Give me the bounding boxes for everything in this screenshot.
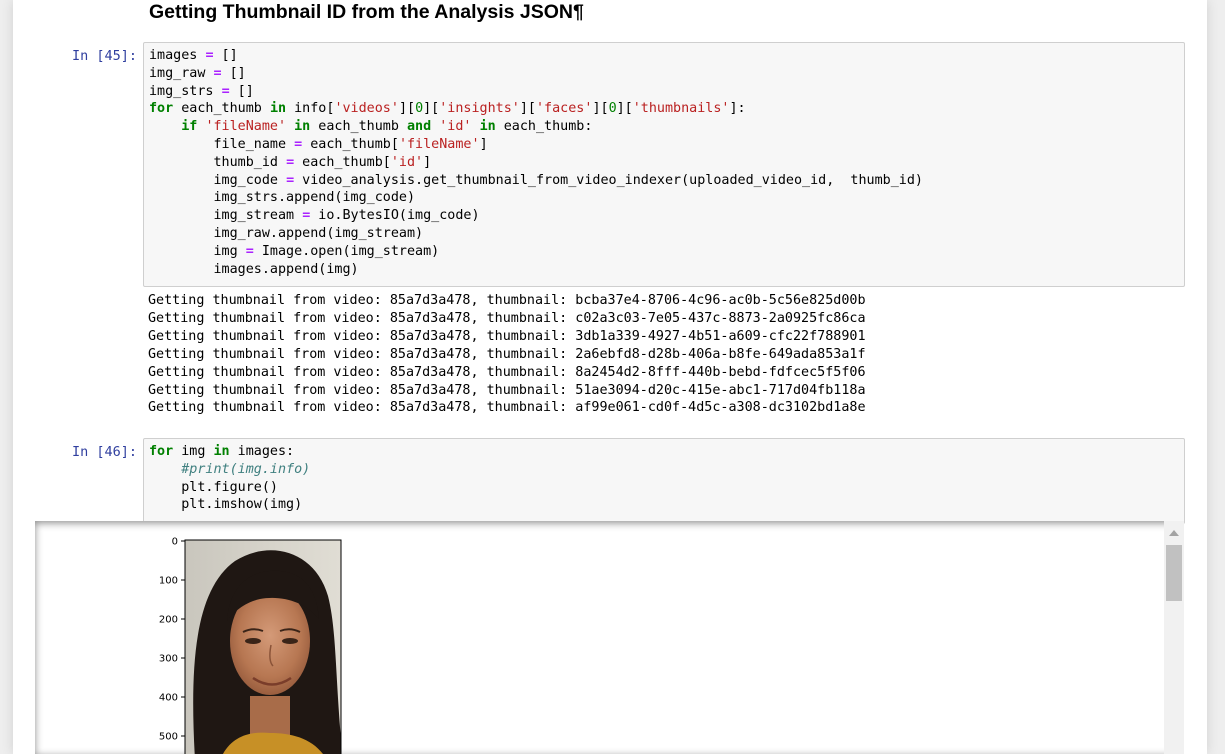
stdout-line: Getting thumbnail from video: 85a7d3a478… (148, 328, 866, 344)
matplotlib-figure: 0 100 200 300 400 500 (159, 537, 342, 754)
scroll-up-arrow-icon[interactable] (1169, 530, 1179, 536)
code-line: file_name = each_thumb['fileName'] (149, 136, 488, 152)
code-line: plt.imshow(img) (149, 497, 303, 513)
code-line: img_raw = [] (149, 65, 246, 81)
input-prompt-46: In [46]: (72, 444, 138, 460)
code-line: img_strs.append(img_code) (149, 190, 416, 206)
y-tick-label: 200 (159, 615, 178, 626)
y-tick-label: 400 (159, 693, 178, 704)
code-line: img_code = video_analysis.get_thumbnail_… (149, 172, 923, 188)
code-line: if 'fileName' in each_thumb and 'id' in … (181, 119, 593, 135)
code-line: img = Image.open(img_stream) (149, 243, 440, 259)
code-editor-46[interactable]: for img in images: #print(img.info) plt.… (144, 439, 1184, 514)
code-line: #print(img.info) (181, 461, 311, 477)
notebook-container: Getting Thumbnail ID from the Analysis J… (13, 0, 1207, 754)
output-scroll-area[interactable]: 0 100 200 300 400 500 (35, 521, 1184, 754)
heading-text: Getting Thumbnail ID from the Analysis J… (149, 1, 573, 23)
y-tick-label: 0 (172, 537, 178, 548)
stdout-line: Getting thumbnail from video: 85a7d3a478… (148, 382, 866, 398)
scrollbar-thumb[interactable] (1166, 545, 1182, 601)
code-line: img_stream = io.BytesIO(img_code) (149, 208, 480, 224)
code-line: img_raw.append(img_stream) (149, 225, 424, 241)
stdout-line: Getting thumbnail from video: 85a7d3a478… (148, 364, 866, 380)
stdout-line: Getting thumbnail from video: 85a7d3a478… (148, 293, 866, 308)
markdown-heading: Getting Thumbnail ID from the Analysis J… (149, 1, 584, 24)
heading-anchor-link[interactable]: ¶ (573, 1, 584, 23)
code-line: plt.figure() (149, 479, 278, 495)
code-line: for each_thumb in info['videos'][0]['ins… (149, 101, 746, 117)
stdout-line: Getting thumbnail from video: 85a7d3a478… (148, 400, 866, 416)
code-line: img_strs = [] (149, 83, 254, 99)
y-axis: 0 100 200 300 400 500 (159, 537, 185, 743)
code-line: images = [] (149, 48, 238, 63)
code-cell-46-input[interactable]: for img in images: #print(img.info) plt.… (143, 438, 1185, 524)
y-tick-label: 300 (159, 654, 178, 665)
vertical-scrollbar[interactable] (1164, 521, 1184, 754)
code-line: for img in images: (149, 444, 295, 459)
code-line: images.append(img) (149, 261, 359, 277)
code-cell-45-input[interactable]: images = [] img_raw = [] img_strs = [] f… (143, 42, 1185, 287)
stdout-line: Getting thumbnail from video: 85a7d3a478… (148, 310, 866, 326)
input-prompt-45: In [45]: (72, 48, 138, 64)
thumbnail-face-image (185, 540, 341, 754)
code-editor-45[interactable]: images = [] img_raw = [] img_strs = [] f… (144, 43, 1184, 278)
cell-45-output: Getting thumbnail from video: 85a7d3a478… (148, 292, 866, 417)
code-line: thumb_id = each_thumb['id'] (149, 154, 432, 170)
y-tick-label: 100 (159, 576, 178, 587)
stdout-line: Getting thumbnail from video: 85a7d3a478… (148, 346, 866, 362)
y-tick-label: 500 (159, 732, 178, 743)
